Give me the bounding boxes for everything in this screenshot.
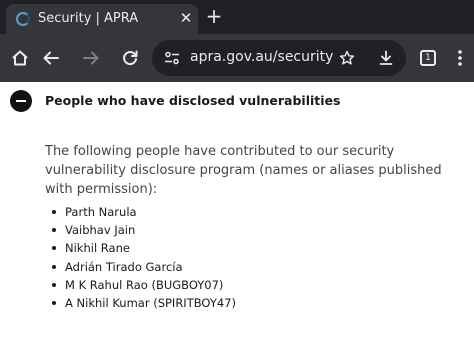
- forward-icon[interactable]: [79, 46, 103, 70]
- back-icon[interactable]: [39, 46, 63, 70]
- address-bar[interactable]: apra.gov.au/security: [152, 40, 406, 76]
- tab-switcher-button[interactable]: 1: [416, 46, 440, 70]
- url-text: apra.gov.au/security: [190, 49, 334, 65]
- apra-favicon-icon: [16, 12, 30, 26]
- person-name: Vaibhav Jain: [65, 223, 136, 238]
- list-item: Adrián Tirado García: [45, 258, 236, 276]
- bookmark-star-icon[interactable]: [339, 50, 355, 66]
- new-tab-button[interactable]: +: [203, 5, 225, 27]
- browser-toolbar: apra.gov.au/security 1: [0, 34, 474, 82]
- list-item: Nikhil Rane: [45, 239, 236, 257]
- intro-paragraph: The following people have contributed to…: [45, 144, 442, 197]
- menu-icon[interactable]: [448, 46, 472, 70]
- section-heading: People who have disclosed vulnerabilitie…: [45, 93, 341, 108]
- home-icon[interactable]: [8, 46, 32, 70]
- list-item: Parth Narula: [45, 203, 236, 221]
- person-name: M K Rahul Rao (BUGBOY07): [65, 277, 224, 292]
- list-item: A Nikhil Kumar (SPIRITBOY47): [45, 294, 236, 312]
- disclosers-list: Parth Narula Vaibhav Jain Nikhil Rane Ad…: [45, 203, 236, 312]
- download-icon[interactable]: [378, 50, 394, 66]
- accordion-header[interactable]: People who have disclosed vulnerabilitie…: [0, 90, 474, 116]
- close-tab-icon[interactable]: ✕: [178, 10, 194, 26]
- list-item: Vaibhav Jain: [45, 221, 236, 239]
- bullet-icon: [52, 300, 56, 305]
- tab-strip: Security | APRA ✕ +: [0, 0, 474, 34]
- bullet-icon: [52, 282, 56, 287]
- person-name: Parth Narula: [65, 205, 137, 219]
- tab-title: Security | APRA: [38, 11, 139, 26]
- person-name: A Nikhil Kumar (SPIRITBOY47): [65, 295, 236, 310]
- browser-chrome: Security | APRA ✕ + apra.gov.au/security: [0, 0, 474, 82]
- site-settings-icon[interactable]: [164, 50, 180, 66]
- collapse-icon[interactable]: [10, 90, 32, 112]
- reload-icon[interactable]: [118, 46, 142, 70]
- bullet-icon: [52, 264, 56, 269]
- list-item: M K Rahul Rao (BUGBOY07): [45, 276, 236, 294]
- bullet-icon: [52, 246, 56, 251]
- person-name: Nikhil Rane: [65, 241, 130, 256]
- page-content: People who have disclosed vulnerabilitie…: [0, 82, 474, 345]
- tab-security-apra[interactable]: Security | APRA ✕: [6, 4, 198, 34]
- tab-count: 1: [420, 50, 436, 66]
- bullet-icon: [52, 210, 56, 214]
- bullet-icon: [52, 228, 56, 233]
- person-name: Adrián Tirado García: [65, 259, 183, 274]
